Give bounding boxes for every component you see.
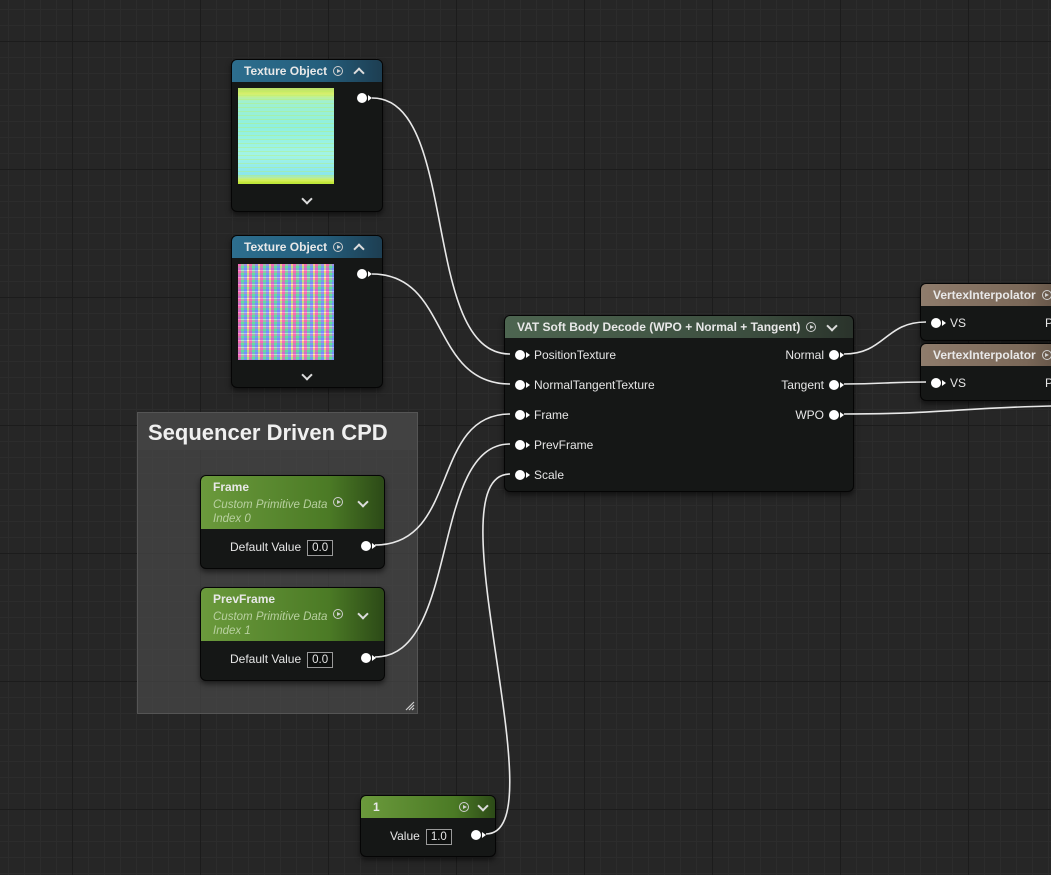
preview-toggle-icon[interactable] xyxy=(459,802,469,812)
output-label-normal: Normal xyxy=(785,348,824,362)
collapse-chevron-up-icon[interactable] xyxy=(353,67,365,79)
frame-parameter-node[interactable]: Frame Custom Primitive Data Index 0 Defa… xyxy=(200,475,385,569)
input-pin-normal-tangent-texture[interactable] xyxy=(515,380,530,390)
value-label: Value xyxy=(390,829,420,843)
expand-chevron-down-icon[interactable] xyxy=(301,369,313,381)
node-subtitle: Custom Primitive Data xyxy=(213,499,328,511)
texture-object-node-1[interactable]: Texture Object xyxy=(231,59,383,212)
collapse-chevron-up-icon[interactable] xyxy=(353,243,365,255)
output-pin-wpo[interactable] xyxy=(829,410,844,420)
input-pin-position-texture[interactable] xyxy=(515,350,530,360)
preview-toggle-icon[interactable] xyxy=(333,66,344,76)
texture-thumbnail xyxy=(238,264,334,360)
expand-chevron-down-icon[interactable] xyxy=(477,799,489,812)
value-field[interactable]: 1.0 xyxy=(425,829,452,845)
input-label-prevframe: PrevFrame xyxy=(534,438,594,452)
default-value-label: Default Value xyxy=(230,540,302,554)
node-title: VAT Soft Body Decode (WPO + Normal + Tan… xyxy=(517,320,801,334)
wire-tex1-to-position xyxy=(371,97,511,355)
resize-grip-icon[interactable] xyxy=(403,699,415,711)
preview-toggle-icon[interactable] xyxy=(333,609,343,619)
vertex-interpolator-node-1[interactable]: VertexInterpolator VS P xyxy=(920,283,1051,341)
node-title: VertexInterpolator xyxy=(933,348,1036,362)
output-label-wpo: WPO xyxy=(795,408,824,422)
preview-toggle-icon[interactable] xyxy=(333,497,343,507)
vat-soft-body-decode-node[interactable]: VAT Soft Body Decode (WPO + Normal + Tan… xyxy=(504,315,854,492)
preview-toggle-icon[interactable] xyxy=(1041,350,1051,360)
wire-tangent-to-vs xyxy=(843,381,927,385)
input-pin-prevframe[interactable] xyxy=(515,440,530,450)
wire-tex2-to-normaltangent xyxy=(371,273,511,385)
texture-thumbnail xyxy=(238,88,334,184)
input-pin-scale[interactable] xyxy=(515,470,530,480)
output-label-tangent: Tangent xyxy=(781,378,824,392)
input-label-vs: VS xyxy=(950,376,967,390)
expand-chevron-down-icon[interactable] xyxy=(826,319,839,332)
output-label-partial: P xyxy=(1045,316,1051,330)
output-pin[interactable] xyxy=(357,93,372,103)
node-subtitle: Custom Primitive Data xyxy=(213,611,328,623)
output-pin[interactable] xyxy=(471,830,486,840)
node-index: Index 0 xyxy=(213,513,251,525)
input-pin-vs[interactable] xyxy=(931,318,946,328)
input-label-scale: Scale xyxy=(534,468,565,482)
input-label-position-texture: PositionTexture xyxy=(534,348,617,362)
output-pin[interactable] xyxy=(357,269,372,279)
node-title: Texture Object xyxy=(244,64,328,78)
node-title: PrevFrame xyxy=(213,592,276,606)
default-value-field[interactable]: 0.0 xyxy=(307,540,334,556)
output-pin-normal[interactable] xyxy=(829,350,844,360)
preview-toggle-icon[interactable] xyxy=(806,322,817,332)
wire-constant-to-scale xyxy=(482,473,511,835)
wire-normal-to-vs xyxy=(843,321,927,355)
input-pin-vs[interactable] xyxy=(931,378,946,388)
default-value-field[interactable]: 0.0 xyxy=(307,652,334,668)
preview-toggle-icon[interactable] xyxy=(333,242,344,252)
node-title: VertexInterpolator xyxy=(933,288,1036,302)
wire-wpo-out xyxy=(843,405,1051,415)
vertex-interpolator-node-2[interactable]: VertexInterpolator VS P xyxy=(920,343,1051,401)
input-pin-frame[interactable] xyxy=(515,410,530,420)
input-label-vs: VS xyxy=(950,316,967,330)
output-label-partial: P xyxy=(1045,376,1051,390)
node-title: Texture Object xyxy=(244,240,328,254)
node-title: Frame xyxy=(213,480,250,494)
texture-object-node-2[interactable]: Texture Object xyxy=(231,235,383,388)
input-label-frame: Frame xyxy=(534,408,569,422)
preview-toggle-icon[interactable] xyxy=(1041,290,1051,300)
comment-title[interactable]: Sequencer Driven CPD xyxy=(138,413,417,450)
output-pin-tangent[interactable] xyxy=(829,380,844,390)
expand-chevron-down-icon[interactable] xyxy=(301,193,313,205)
output-pin[interactable] xyxy=(361,653,376,663)
input-label-normal-tangent-texture: NormalTangentTexture xyxy=(534,378,655,392)
default-value-label: Default Value xyxy=(230,652,302,666)
node-title: 1 xyxy=(373,800,380,814)
constant-scalar-node[interactable]: 1 Value 1.0 xyxy=(360,795,496,857)
prevframe-parameter-node[interactable]: PrevFrame Custom Primitive Data Index 1 … xyxy=(200,587,385,681)
output-pin[interactable] xyxy=(361,541,376,551)
node-index: Index 1 xyxy=(213,625,251,637)
